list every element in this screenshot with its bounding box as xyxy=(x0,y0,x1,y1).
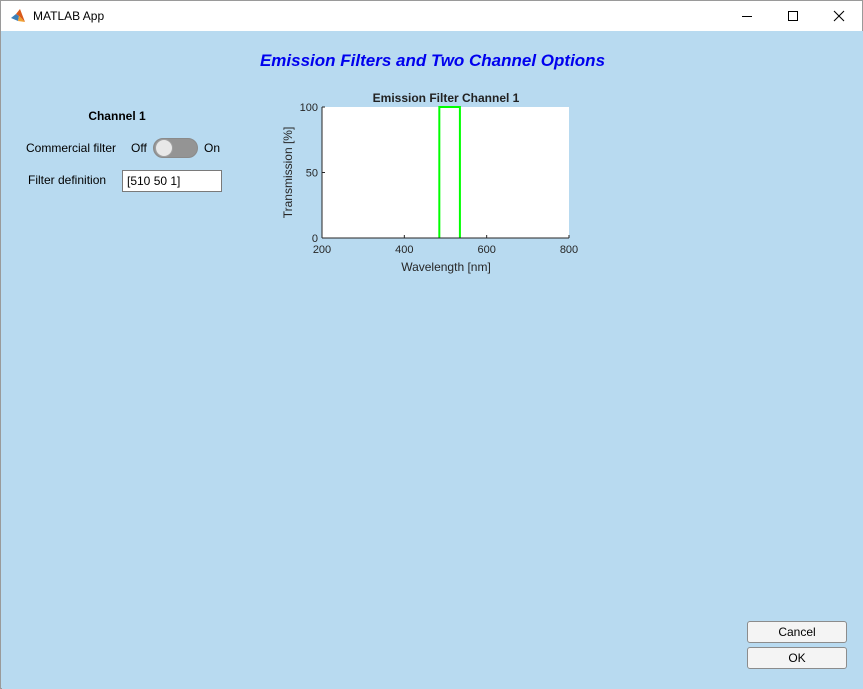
x-tick-label: 800 xyxy=(560,244,578,256)
y-tick-label: 50 xyxy=(306,168,318,180)
close-button[interactable] xyxy=(816,1,862,31)
window-title: MATLAB App xyxy=(33,9,105,23)
y-tick-label: 100 xyxy=(300,102,318,114)
emission-filter-chart: Emission Filter Channel 1 200 400 600 800 0 5… xyxy=(281,91,578,274)
x-tick-label: 200 xyxy=(313,244,331,256)
channel-1-heading: Channel 1 xyxy=(88,109,146,123)
commercial-filter-label: Commercial filter xyxy=(26,141,117,155)
maximize-button[interactable] xyxy=(770,1,816,31)
switch-on-label: On xyxy=(204,141,221,155)
app-content: Emission Filters and Two Channel Options… xyxy=(2,31,863,689)
filter-definition-field[interactable] xyxy=(122,170,222,192)
ok-button[interactable]: OK xyxy=(747,647,847,669)
chart-title: Emission Filter Channel 1 xyxy=(373,91,520,105)
page-title: Emission Filters and Two Channel Options xyxy=(259,51,606,70)
app-window: MATLAB App Emission Filters and Two Chan… xyxy=(0,0,863,689)
x-axis-label: Wavelength [nm] xyxy=(401,260,491,274)
title-bar[interactable]: MATLAB App xyxy=(1,1,862,31)
maximize-icon xyxy=(788,11,798,21)
cancel-button[interactable]: Cancel xyxy=(747,621,847,643)
switch-off-label: Off xyxy=(131,141,147,155)
commercial-filter-switch[interactable] xyxy=(153,138,198,158)
switch-knob[interactable] xyxy=(155,139,173,157)
y-axis-label: Transmission [%] xyxy=(281,127,295,219)
matlab-icon xyxy=(11,9,25,22)
y-tick-label: 0 xyxy=(312,233,318,245)
close-icon xyxy=(833,10,845,22)
minimize-button[interactable] xyxy=(724,1,770,31)
x-tick-label: 600 xyxy=(477,244,495,256)
filter-definition-label: Filter definition xyxy=(28,173,107,187)
minimize-icon xyxy=(742,16,752,17)
plot-area xyxy=(322,107,569,238)
x-tick-label: 400 xyxy=(395,244,413,256)
